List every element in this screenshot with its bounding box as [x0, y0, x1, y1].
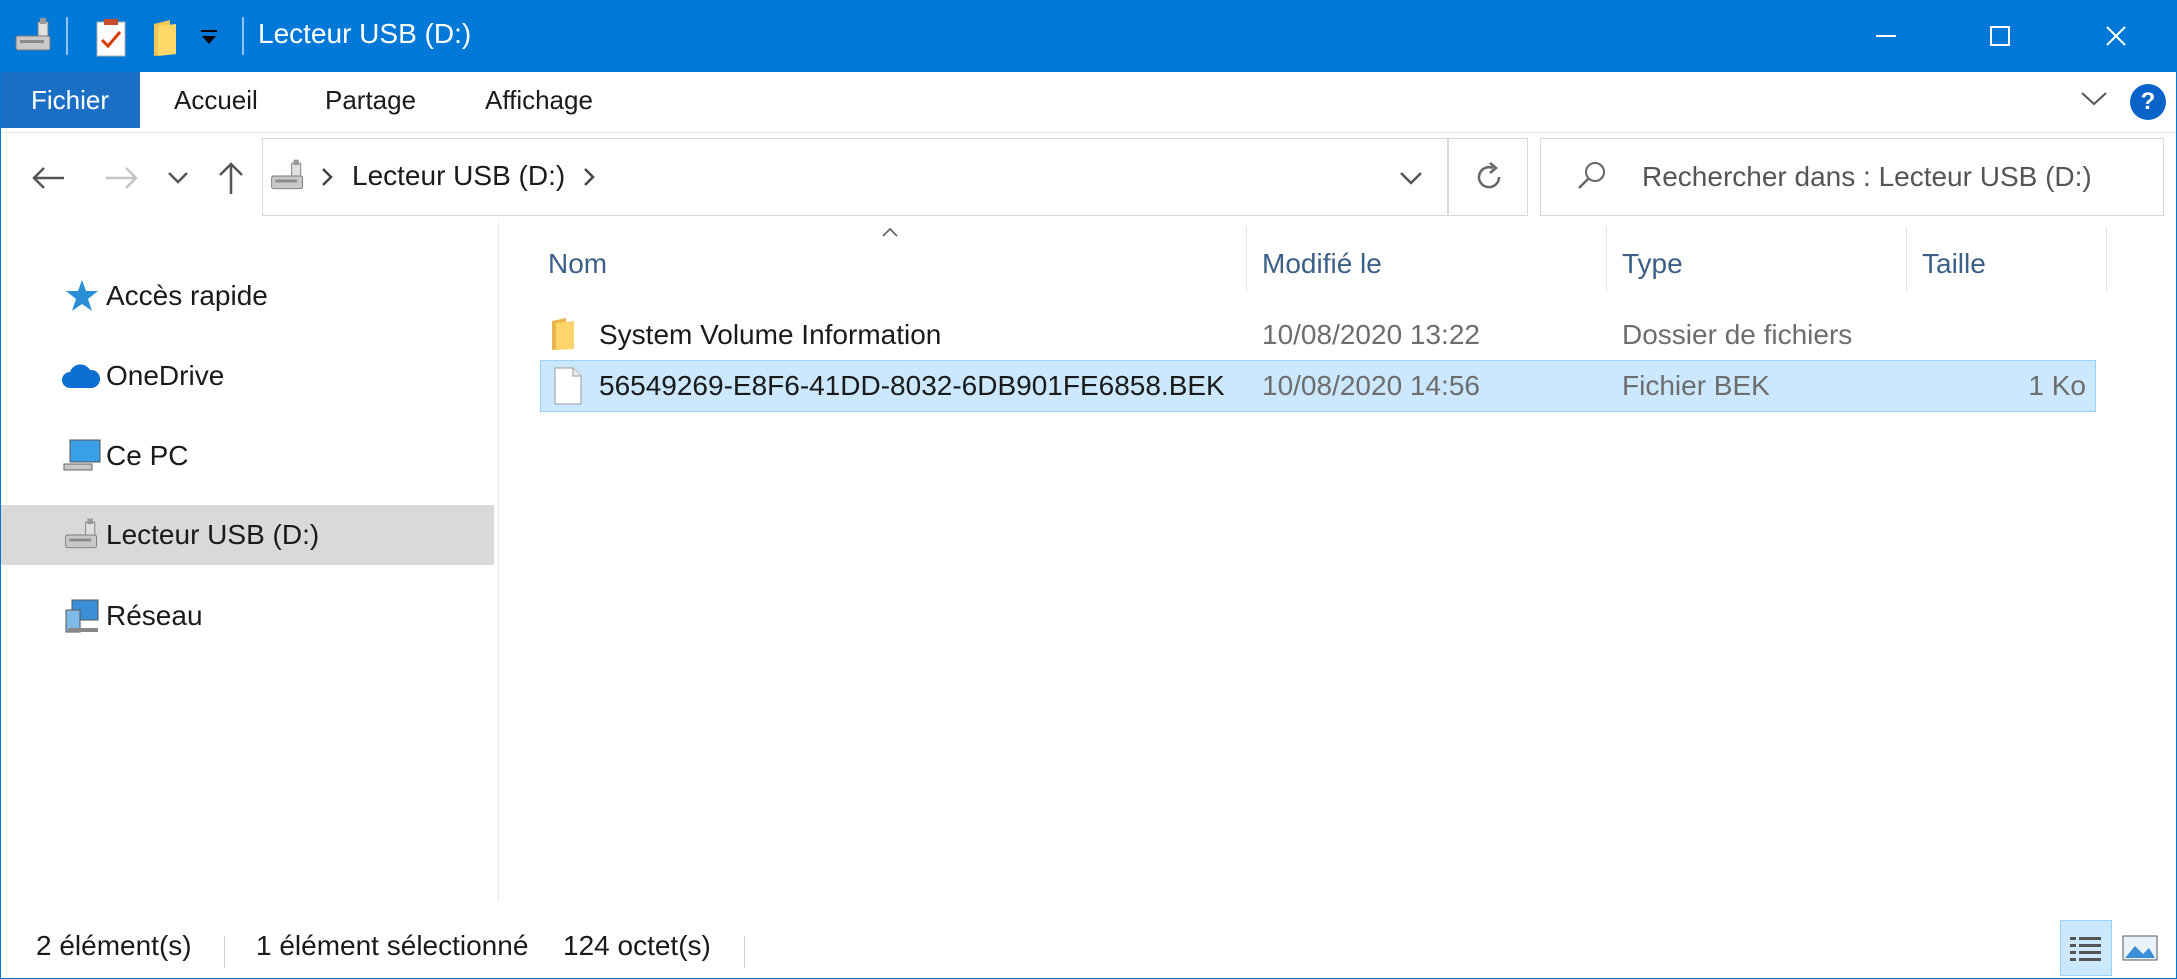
search-icon[interactable] [1574, 158, 1610, 194]
tab-fichier[interactable]: Fichier [0, 72, 140, 128]
minimize-icon [1876, 35, 1896, 37]
nav-label: Lecteur USB (D:) [106, 519, 320, 550]
search-input[interactable]: Rechercher dans : Lecteur USB (D:) [1642, 161, 2092, 193]
tab-affichage[interactable]: Affichage [485, 72, 593, 128]
nav-item-ce-pc[interactable]: Ce PC [0, 426, 494, 486]
nav-item-onedrive[interactable]: OneDrive [0, 346, 494, 406]
file-type: Fichier BEK [1622, 370, 1770, 401]
breadcrumb-location[interactable]: Lecteur USB (D:) [352, 160, 565, 192]
column-divider[interactable] [1906, 226, 1907, 292]
address-history-dropdown-icon[interactable] [1398, 170, 1424, 186]
refresh-icon [1471, 159, 1507, 195]
details-view-button[interactable] [2060, 920, 2112, 976]
file-size: 1 Ko [2028, 370, 2086, 401]
quick-access-separator [66, 17, 68, 55]
back-arrow-icon[interactable] [30, 164, 66, 192]
nav-label: Accès rapide [106, 280, 268, 311]
nav-item-acces-rapide[interactable]: Accès rapide [0, 266, 494, 326]
usb-drive-icon[interactable] [12, 14, 56, 58]
new-folder-icon[interactable] [150, 18, 182, 58]
help-icon: ? [2140, 88, 2156, 115]
column-header-taille[interactable]: Taille [1922, 236, 1986, 292]
file-row[interactable]: System Volume Information 10/08/2020 13:… [540, 309, 2096, 361]
close-icon [2106, 26, 2126, 46]
maximize-icon [1990, 26, 2010, 46]
column-header-modifie[interactable]: Modifié le [1262, 236, 1382, 292]
maximize-button[interactable] [1942, 0, 2060, 72]
nav-item-lecteur-usb[interactable]: Lecteur USB (D:) [0, 505, 494, 565]
nav-item-reseau[interactable]: Réseau [0, 586, 494, 646]
column-header-type[interactable]: Type [1622, 236, 1683, 292]
file-icon [553, 367, 583, 405]
file-modified: 10/08/2020 13:22 [1262, 319, 1480, 350]
refresh-button[interactable] [1448, 138, 1528, 216]
customize-dropdown-icon[interactable] [198, 28, 220, 48]
usb-drive-icon [268, 156, 308, 196]
column-divider[interactable] [1606, 226, 1607, 292]
window-title: Lecteur USB (D:) [258, 18, 472, 49]
nav-label: Réseau [106, 600, 203, 631]
minimize-button[interactable] [1826, 0, 1944, 72]
file-modified: 10/08/2020 14:56 [1262, 370, 1480, 401]
status-separator [224, 936, 225, 968]
nav-label: OneDrive [106, 360, 225, 391]
details-view-icon [2069, 935, 2103, 963]
breadcrumb-chevron-icon[interactable] [582, 166, 596, 188]
network-icon [62, 596, 102, 636]
file-name: 56549269-E8F6-41DD-8032-6DB901FE6858.BEK [599, 370, 1225, 401]
expand-ribbon-icon[interactable] [2080, 90, 2108, 108]
help-button[interactable]: ? [2130, 84, 2166, 120]
nav-label: Ce PC [106, 440, 189, 471]
sort-ascending-icon [881, 226, 899, 238]
folder-icon [550, 317, 578, 351]
star-icon [64, 278, 100, 314]
status-separator [744, 936, 745, 968]
status-selection: 1 élément sélectionné [256, 930, 529, 961]
file-row[interactable]: 56549269-E8F6-41DD-8032-6DB901FE6858.BEK… [540, 360, 2096, 412]
breadcrumb-chevron-icon[interactable] [320, 166, 334, 188]
recent-locations-icon[interactable] [166, 170, 190, 186]
computer-icon [62, 438, 102, 474]
up-arrow-icon[interactable] [216, 160, 246, 196]
large-icons-view-button[interactable] [2114, 920, 2166, 976]
usb-drive-icon [62, 515, 102, 555]
quick-access-separator [242, 17, 244, 55]
file-type: Dossier de fichiers [1622, 319, 1853, 350]
column-header-nom[interactable]: Nom [548, 236, 607, 292]
cloud-icon [60, 362, 102, 390]
file-name: System Volume Information [599, 319, 942, 350]
tab-accueil[interactable]: Accueil [174, 72, 258, 128]
status-item-count: 2 élément(s) [36, 930, 192, 961]
large-icons-view-icon [2122, 934, 2158, 962]
close-button[interactable] [2058, 0, 2176, 72]
properties-icon[interactable] [94, 18, 128, 58]
tab-partage[interactable]: Partage [325, 72, 416, 128]
column-divider[interactable] [1246, 226, 1247, 292]
column-divider[interactable] [2106, 226, 2107, 292]
status-selection-size: 124 octet(s) [563, 930, 711, 961]
forward-arrow-icon[interactable] [104, 164, 140, 192]
